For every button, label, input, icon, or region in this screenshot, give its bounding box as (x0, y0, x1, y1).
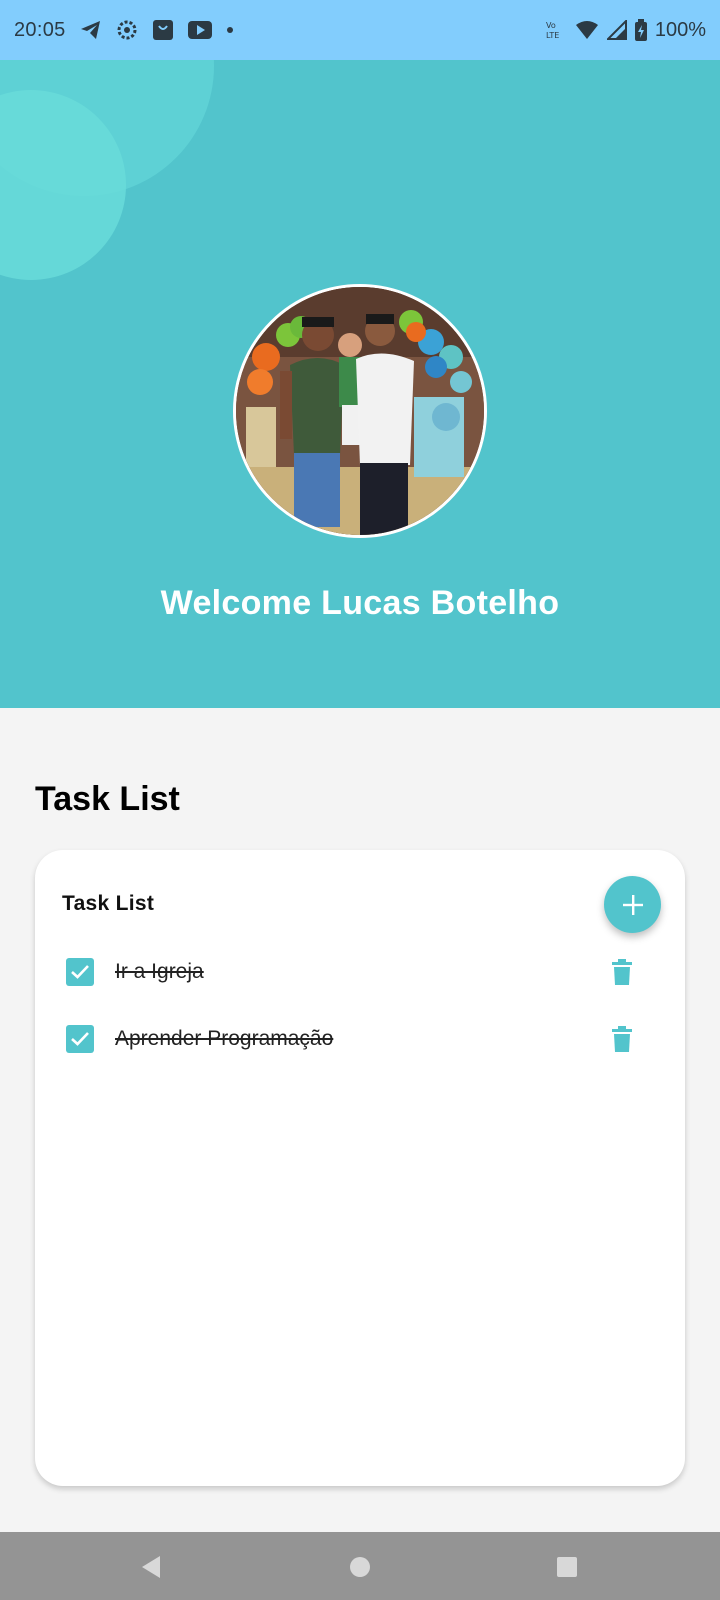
check-icon (70, 1031, 90, 1047)
recents-button[interactable] (552, 1552, 582, 1582)
profile-header: Welcome Lucas Botelho (0, 60, 720, 708)
svg-text:LTE: LTE (546, 31, 559, 40)
back-icon (140, 1555, 162, 1579)
wifi-icon (575, 20, 599, 40)
delete-task-button[interactable] (611, 958, 633, 986)
card-title: Task List (62, 892, 155, 915)
trash-icon (612, 959, 632, 985)
task-checkbox[interactable] (66, 1025, 94, 1053)
task-label: Ir a Igreja (115, 960, 204, 983)
recents-icon (556, 1556, 578, 1578)
add-task-button[interactable] (604, 876, 661, 933)
signal-icon (606, 20, 627, 40)
welcome-text: Welcome Lucas Botelho (160, 584, 560, 622)
status-time: 20:05 (14, 18, 66, 41)
page-title: Task List (35, 780, 180, 818)
settings-icon (116, 19, 138, 41)
telegram-icon (80, 20, 102, 40)
check-icon (70, 964, 90, 980)
delete-task-button[interactable] (611, 1025, 633, 1053)
back-button[interactable] (136, 1552, 166, 1582)
plus-icon (622, 894, 644, 916)
task-checkbox[interactable] (66, 958, 94, 986)
battery-icon (634, 19, 647, 41)
shopping-bag-icon (152, 19, 174, 41)
task-row: Aprender Programação (35, 1014, 685, 1064)
status-bar: 20:05 Vo LTE 100% (0, 0, 720, 60)
volte-icon: Vo LTE (545, 19, 567, 41)
task-row: Ir a Igreja (35, 947, 685, 997)
svg-text:Vo: Vo (546, 21, 556, 30)
task-label: Aprender Programação (115, 1027, 334, 1050)
home-icon (349, 1556, 371, 1578)
trash-icon (612, 1026, 632, 1052)
navigation-bar (0, 1532, 720, 1600)
avatar[interactable] (233, 284, 487, 538)
youtube-icon (187, 21, 212, 39)
dot-icon (226, 26, 234, 34)
task-card: Task List Ir a Igreja Aprender Programaç… (35, 850, 685, 1486)
home-button[interactable] (345, 1552, 375, 1582)
battery-percentage: 100% (654, 18, 706, 41)
